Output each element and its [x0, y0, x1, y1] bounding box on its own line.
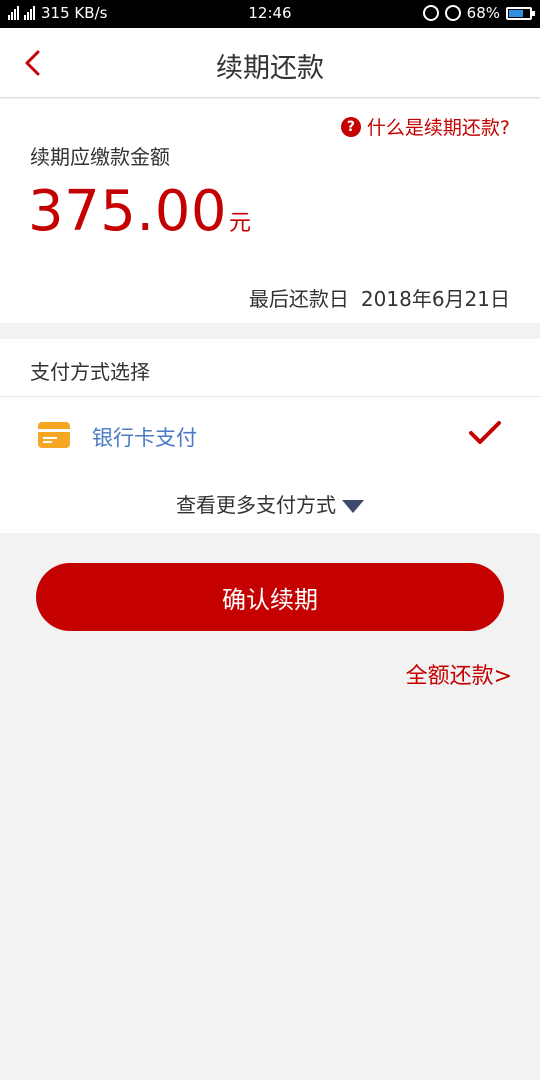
payment-option-label: 银行卡支付 — [92, 426, 197, 450]
payment-heading-label: 支付方式选择 — [30, 360, 150, 384]
checkmark-icon — [469, 421, 501, 444]
payment-option-bank-card[interactable]: 银行卡支付 — [0, 398, 540, 474]
more-payment-methods[interactable]: 查看更多支付方式 — [0, 489, 540, 518]
amount-row: 375.00 元 — [28, 179, 251, 244]
alarm-icon — [444, 5, 461, 21]
amount-unit: 元 — [228, 211, 251, 236]
confirm-renewal-button[interactable]: 确认续期 — [36, 563, 504, 631]
bank-card-icon — [38, 422, 70, 448]
lock-rotation-icon — [422, 5, 439, 21]
page-title: 续期还款 — [216, 53, 324, 84]
amount-label: 续期应缴款金额 — [30, 145, 170, 169]
due-date-row: 最后还款日 2018年6月21日 — [249, 283, 510, 312]
help-link[interactable]: ? 什么是续期还款? — [340, 113, 510, 140]
due-label: 最后还款日 — [248, 287, 349, 311]
question-icon: ? — [340, 116, 361, 137]
status-bar: 315 KB/s 12:46 68% — [0, 0, 540, 28]
amount-card: ? 什么是续期还款? 续期应缴款金额 375.00 元 最后还款日 2018年6… — [0, 99, 540, 323]
status-right: 68% — [422, 4, 535, 22]
due-date: 2018年6月21日 — [360, 287, 510, 311]
more-payment-label: 查看更多支付方式 — [176, 493, 336, 517]
full-repayment-link[interactable]: 全额还款> — [406, 658, 512, 690]
payment-section: 支付方式选择 银行卡支付 查看更多支付方式 — [0, 339, 540, 533]
header: 续期还款 — [0, 28, 540, 98]
battery-icon — [506, 6, 535, 20]
amount-value: 375.00 — [28, 179, 227, 244]
payment-heading: 支付方式选择 — [0, 339, 540, 397]
triangle-down-icon — [342, 500, 364, 513]
help-link-label: 什么是续期还款? — [366, 117, 510, 139]
battery-percent: 68% — [466, 4, 500, 22]
